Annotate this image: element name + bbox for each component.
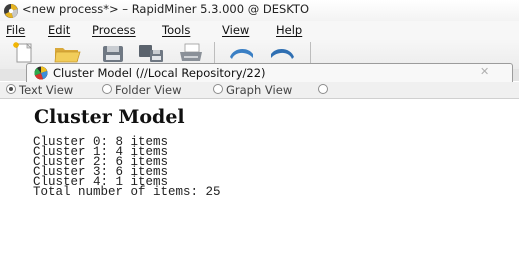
total-items-line: Total number of items: 25	[33, 185, 221, 199]
close-icon[interactable]: ✕	[480, 65, 489, 78]
tab-cluster-model[interactable]: Cluster Model (//Local Repository/22) ✕	[26, 63, 513, 83]
menu-file[interactable]: File	[6, 23, 25, 37]
print-icon[interactable]	[176, 41, 206, 65]
menu-help[interactable]: Help	[276, 23, 302, 37]
model-title: Cluster Model	[34, 106, 185, 128]
title-bar: <new process*> – RapidMiner 5.3.000 @ DE…	[0, 0, 519, 21]
save-icon[interactable]	[98, 41, 128, 65]
next-view-radio[interactable]	[318, 84, 328, 94]
menu-tools[interactable]: Tools	[162, 23, 190, 37]
view-selector: Text View Folder View Graph View	[0, 82, 519, 99]
toolbar-separator	[214, 42, 215, 64]
new-process-icon[interactable]	[8, 41, 38, 65]
graph-view-label: Graph View	[226, 83, 293, 97]
rapidminer-window: <new process*> – RapidMiner 5.3.000 @ DE…	[0, 0, 519, 258]
save-as-icon[interactable]	[136, 41, 166, 65]
window-title: <new process*> – RapidMiner 5.3.000 @ DE…	[22, 2, 309, 16]
folder-view-label: Folder View	[115, 83, 182, 97]
text-view-radio[interactable]	[6, 84, 16, 94]
toolbar-separator	[310, 42, 311, 64]
menu-bar: File Edit Process Tools View Help	[0, 21, 519, 40]
redo-icon[interactable]	[268, 41, 298, 65]
open-folder-icon[interactable]	[52, 41, 82, 65]
menu-process[interactable]: Process	[92, 23, 136, 37]
cluster-summary: Cluster 0: 8 items Cluster 1: 4 items Cl…	[33, 136, 221, 199]
cluster-model-icon	[34, 66, 48, 80]
menu-view[interactable]: View	[222, 23, 249, 37]
menu-edit[interactable]: Edit	[48, 23, 70, 37]
tab-label: Cluster Model (//Local Repository/22)	[53, 66, 266, 80]
undo-icon[interactable]	[226, 41, 256, 65]
folder-view-radio[interactable]	[102, 84, 112, 94]
text-view-label: Text View	[19, 83, 74, 97]
rapidminer-app-icon	[4, 4, 18, 18]
text-view-panel: Cluster Model Cluster 0: 8 items Cluster…	[0, 99, 519, 258]
graph-view-radio[interactable]	[213, 84, 223, 94]
